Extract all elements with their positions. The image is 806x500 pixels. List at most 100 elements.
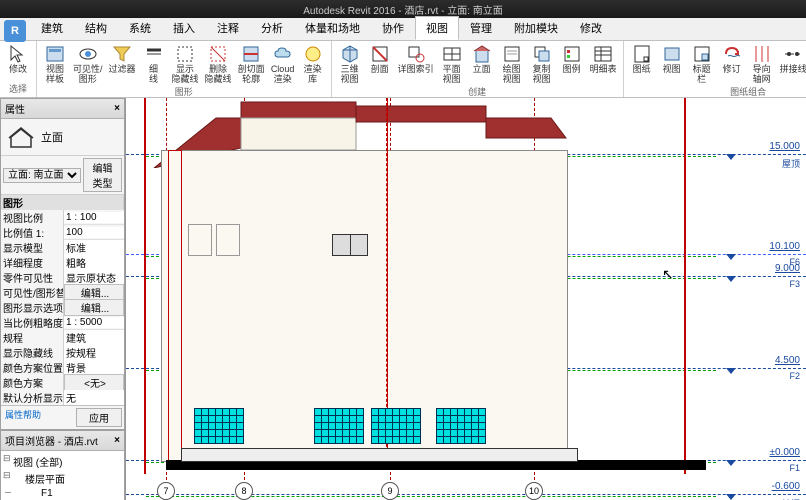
close-icon[interactable]: × [114, 103, 120, 114]
prop-value[interactable]: 1 : 5000 [64, 317, 124, 328]
prop-key: 可见性/图形替换 [1, 285, 64, 300]
elevation-icon [7, 125, 35, 149]
ribbon-btn-eye[interactable]: 可见性/图形 [71, 43, 105, 85]
tab-体量和场地[interactable]: 体量和场地 [294, 16, 371, 40]
ribbon-btn-render[interactable]: 渲染库 [299, 43, 327, 85]
ribbon-btn-title[interactable]: 标题栏 [688, 43, 716, 85]
close-icon[interactable]: × [114, 435, 120, 446]
prop-key: 默认分析显示... [1, 390, 64, 405]
prop-value[interactable]: 背景 [64, 360, 124, 375]
property-row[interactable]: 图形显示选项编辑... [1, 300, 124, 315]
properties-panel: 属性 × 立面 立面: 南立面 编辑类型 图形视图比例1 : 100比例值 1:… [0, 98, 125, 430]
prop-value[interactable]: 建筑 [64, 330, 124, 345]
ribbon-btn-callout[interactable]: 详图索引 [396, 43, 436, 85]
property-row[interactable]: 颜色方案<无> [1, 375, 124, 390]
grid-bubble[interactable]: 8 [235, 482, 253, 500]
ribbon-btn-plan[interactable]: 平面视图 [438, 43, 466, 85]
group-label: 图形 [41, 85, 327, 98]
prop-key: 视图比例 [1, 210, 64, 225]
prop-value[interactable]: 无 [64, 390, 124, 405]
prop-value[interactable]: 编辑... [64, 299, 124, 316]
ribbon-btn-view[interactable]: 视图 [658, 43, 686, 85]
tree-node[interactable]: F1 [3, 487, 122, 500]
del-icon [208, 44, 228, 64]
elev-icon [472, 44, 492, 64]
properties-header[interactable]: 属性 × [1, 99, 124, 119]
tab-视图[interactable]: 视图 [415, 16, 459, 40]
ribbon-btn-rev[interactable]: 修订 [718, 43, 746, 85]
prop-value[interactable]: 100 [64, 227, 124, 238]
prop-value[interactable]: <无> [64, 374, 124, 391]
ribbon-btn-match[interactable]: 拼接线 [778, 43, 806, 85]
ribbon-btn-legend[interactable]: 图例 [558, 43, 586, 85]
property-row[interactable]: 当比例粗略度...1 : 5000 [1, 315, 124, 330]
ribbon-btn-elev[interactable]: 立面 [468, 43, 496, 85]
ribbon-btn-cut[interactable]: 剖切面轮廓 [236, 43, 267, 85]
type-dropdown[interactable]: 立面: 南立面 [3, 168, 81, 183]
prop-key: 零件可见性 [1, 270, 64, 285]
prop-value[interactable]: 标准 [64, 240, 124, 255]
property-row[interactable]: 默认分析显示...无 [1, 390, 124, 405]
tab-分析[interactable]: 分析 [250, 16, 294, 40]
property-row[interactable]: 规程建筑 [1, 330, 124, 345]
cut-icon [241, 44, 261, 64]
type-selector[interactable]: 立面 [1, 119, 124, 156]
section-icon [370, 44, 390, 64]
ribbon-btn-draft[interactable]: 绘图视图 [498, 43, 526, 85]
prop-key: 详细程度 [1, 255, 64, 270]
edit-type-button[interactable]: 编辑类型 [83, 158, 122, 192]
ribbon-btn-sched[interactable]: 明细表 [588, 43, 619, 85]
filter-icon [112, 44, 132, 64]
ribbon-btn-thin[interactable]: 细线 [140, 43, 168, 85]
ribbon-btn-cloud[interactable]: Cloud渲染 [269, 43, 297, 85]
eye-icon [78, 44, 98, 64]
ribbon-btn-show[interactable]: 显示隐藏线 [170, 43, 201, 85]
prop-value[interactable]: 粗略 [64, 255, 124, 270]
window [371, 408, 421, 444]
tab-插入[interactable]: 插入 [162, 16, 206, 40]
prop-key: 颜色方案位置 [1, 360, 64, 375]
tab-管理[interactable]: 管理 [459, 16, 503, 40]
ribbon-btn-tmpl[interactable]: 视图样板 [41, 43, 69, 85]
grid-bubble[interactable]: 9 [381, 482, 399, 500]
ribbon-btn-3d[interactable]: 三维视图 [336, 43, 364, 85]
grid-bubble[interactable]: 7 [157, 482, 175, 500]
property-row[interactable]: 比例值 1:100 [1, 225, 124, 240]
ribbon-btn-section[interactable]: 剖面 [366, 43, 394, 85]
ribbon-btn-del[interactable]: 删除隐藏线 [203, 43, 234, 85]
properties-help-link[interactable]: 属性帮助 [3, 408, 76, 427]
tab-注释[interactable]: 注释 [206, 16, 250, 40]
ribbon-btn-sheet[interactable]: 图纸 [628, 43, 656, 85]
property-row[interactable]: 显示模型标准 [1, 240, 124, 255]
ribbon-btn-dup[interactable]: 复制视图 [528, 43, 556, 85]
grid-bubble[interactable]: 10 [525, 482, 543, 500]
ribbon-btn-filter[interactable]: 过滤器 [107, 43, 138, 85]
app-menu-button[interactable]: R [4, 20, 26, 42]
ribbon-btn-cursor[interactable]: 修改 [4, 43, 32, 75]
prop-value[interactable]: 显示原状态 [64, 270, 124, 285]
tab-附加模块[interactable]: 附加模块 [503, 16, 569, 40]
tab-协作[interactable]: 协作 [371, 16, 415, 40]
level-地坪[interactable]: -0.600地坪 [126, 494, 806, 495]
tab-建筑[interactable]: 建筑 [30, 16, 74, 40]
property-row[interactable]: 详细程度粗略 [1, 255, 124, 270]
browser-header[interactable]: 项目浏览器 - 酒店.rvt × [1, 431, 124, 451]
tmpl-icon [45, 44, 65, 64]
window [436, 408, 486, 444]
drawing-canvas[interactable]: 15.000屋顶10.100F69.000F34.500F2±0.000F1-0… [125, 98, 806, 500]
apply-button[interactable]: 应用 [76, 408, 122, 427]
tab-结构[interactable]: 结构 [74, 16, 118, 40]
ribbon: 修改选择视图样板可见性/图形过滤器细线显示隐藏线删除隐藏线剖切面轮廓Cloud渲… [0, 41, 806, 98]
ribbon-btn-guide[interactable]: 导向轴网 [748, 43, 776, 85]
tab-修改[interactable]: 修改 [569, 16, 613, 40]
dup-icon [532, 44, 552, 64]
family-name: 立面 [41, 129, 63, 145]
3d-icon [340, 44, 360, 64]
tree-node[interactable]: 楼层平面 [3, 470, 122, 487]
tab-系统[interactable]: 系统 [118, 16, 162, 40]
property-row[interactable]: 视图比例1 : 100 [1, 210, 124, 225]
property-row[interactable]: 显示隐藏线按规程 [1, 345, 124, 360]
tree-node[interactable]: 视图 (全部) [3, 453, 122, 470]
prop-value[interactable]: 1 : 100 [64, 212, 124, 223]
prop-value[interactable]: 按规程 [64, 345, 124, 360]
